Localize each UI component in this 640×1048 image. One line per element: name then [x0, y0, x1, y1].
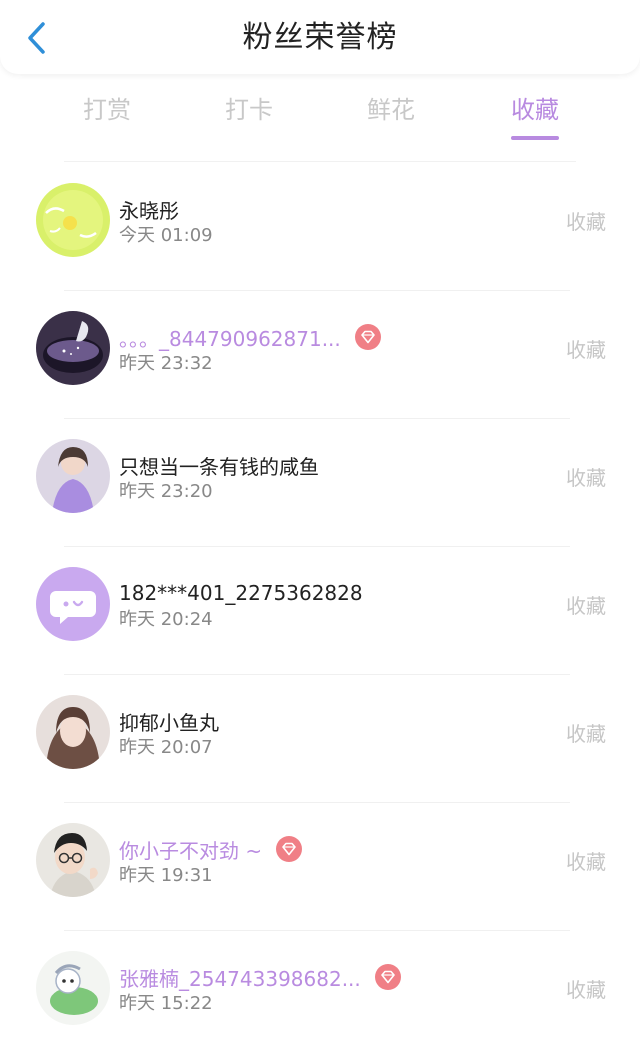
cartoon-green-avatar: [36, 951, 110, 1025]
girl-purple-avatar: [36, 439, 110, 513]
fan-time: 昨天 23:20: [119, 481, 213, 502]
boy-glasses-avatar: [36, 823, 110, 897]
tab-tip[interactable]: 打赏: [47, 88, 167, 132]
list-item[interactable]: 只想当一条有钱的咸鱼 昨天 23:20 收藏: [0, 418, 640, 546]
list-item[interactable]: 。。。_844790962871... 昨天 23:32 收藏: [0, 290, 640, 418]
avatar: [36, 951, 110, 1025]
action-label: 收藏: [566, 722, 606, 746]
fan-name: 张雅楠_254743398682...: [119, 966, 361, 991]
fan-time: 今天 01:09: [119, 225, 213, 246]
fan-name: 你小子不对劲 ~: [119, 838, 263, 863]
fan-name: 。。。_844790962871...: [119, 326, 341, 351]
fan-time: 昨天 15:22: [119, 993, 213, 1014]
tab-checkin[interactable]: 打卡: [189, 88, 309, 132]
fan-time: 昨天 19:31: [119, 865, 213, 886]
diamond-badge-icon: [354, 324, 381, 350]
avatar: [36, 567, 110, 641]
tab-flower[interactable]: 鲜花: [331, 88, 451, 132]
action-label: 收藏: [566, 594, 606, 618]
fan-time: 昨天 20:24: [119, 609, 213, 630]
page-title: 粉丝荣誉榜: [242, 20, 398, 55]
list-item[interactable]: 抑郁小鱼丸 昨天 20:07 收藏: [0, 674, 640, 802]
avatar: [36, 439, 110, 513]
fan-time: 昨天 20:07: [119, 737, 213, 758]
girl-portrait-avatar: [36, 695, 110, 769]
lime-circle-avatar: [36, 183, 110, 257]
action-label: 收藏: [566, 978, 606, 1002]
list-item[interactable]: 永晓彤 今天 01:09 收藏: [0, 162, 640, 290]
fan-time: 昨天 23:32: [119, 353, 213, 374]
avatar: [36, 183, 110, 257]
fan-name: 182***401_2275362828: [119, 581, 363, 605]
action-label: 收藏: [566, 210, 606, 234]
default-chat-avatar: [36, 567, 110, 641]
list-item[interactable]: 你小子不对劲 ~ 昨天 19:31 收藏: [0, 802, 640, 930]
avatar: [36, 311, 110, 385]
active-tab-indicator: [511, 136, 559, 140]
action-label: 收藏: [566, 338, 606, 362]
avatar: [36, 695, 110, 769]
diamond-badge-icon: [374, 964, 401, 990]
fan-list: 永晓彤 今天 01:09 收藏 。。。_844790962871... 昨天 2…: [0, 162, 640, 1048]
fan-name: 永晓彤: [119, 198, 179, 223]
diamond-badge-icon: [276, 836, 303, 862]
fan-name: 只想当一条有钱的咸鱼: [119, 454, 319, 479]
list-item[interactable]: 张雅楠_254743398682... 昨天 15:22 收藏: [0, 930, 640, 1048]
avatar: [36, 823, 110, 897]
action-label: 收藏: [566, 466, 606, 490]
tab-favorite[interactable]: 收藏: [475, 88, 595, 132]
action-label: 收藏: [566, 850, 606, 874]
top-bar: 粉丝荣誉榜: [0, 0, 640, 74]
fan-name: 抑郁小鱼丸: [119, 710, 219, 735]
list-item[interactable]: 182***401_2275362828 昨天 20:24 收藏: [0, 546, 640, 674]
galaxy-bowl-avatar: [36, 311, 110, 385]
